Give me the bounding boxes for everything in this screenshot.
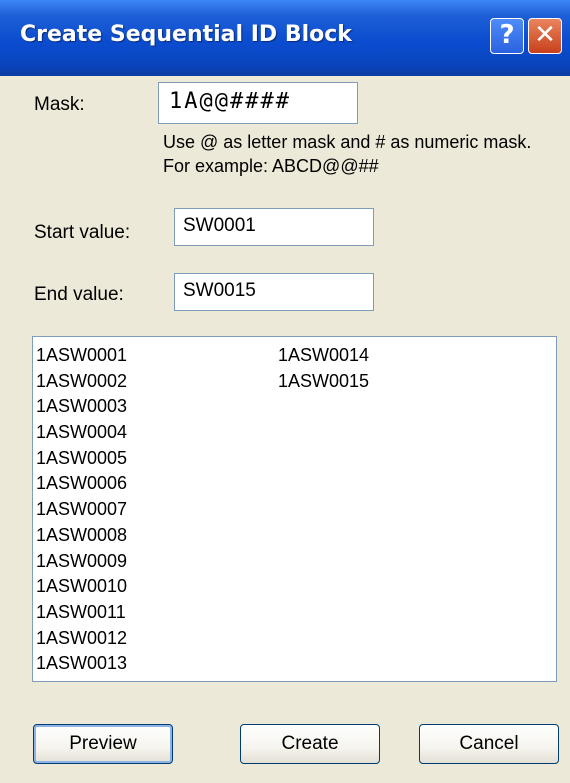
end-value-input[interactable]: SW0015	[174, 273, 374, 311]
title-bar[interactable]: Create Sequential ID Block ? ✕	[0, 0, 570, 76]
help-icon: ?	[499, 20, 515, 50]
preview-listbox[interactable]: 1ASW0001 1ASW0002 1ASW0003 1ASW0004 1ASW0005…	[32, 336, 557, 682]
preview-column-1: 1ASW0001 1ASW0002 1ASW0003 1ASW0004 1ASW0005…	[36, 343, 127, 677]
dialog-title: Create Sequential ID Block	[20, 22, 352, 47]
list-item[interactable]: 1ASW0002	[36, 369, 127, 395]
mask-label: Mask:	[34, 94, 85, 115]
create-button[interactable]: Create	[240, 724, 380, 764]
mask-hint: Use @ as letter mask and # as numeric ma…	[163, 132, 532, 176]
mask-input[interactable]: 1A@@####	[158, 82, 358, 124]
list-item[interactable]: 1ASW0001	[36, 343, 127, 369]
list-item[interactable]: 1ASW0014	[278, 343, 369, 369]
close-icon: ✕	[534, 20, 556, 50]
preview-button[interactable]: Preview	[33, 724, 173, 764]
list-item[interactable]: 1ASW0003	[36, 394, 127, 420]
help-button[interactable]: ?	[490, 18, 524, 54]
list-item[interactable]: 1ASW0012	[36, 626, 127, 652]
list-item[interactable]: 1ASW0008	[36, 523, 127, 549]
list-item[interactable]: 1ASW0011	[36, 600, 127, 626]
list-item[interactable]: 1ASW0007	[36, 497, 127, 523]
list-item[interactable]: 1ASW0015	[278, 369, 369, 395]
close-button[interactable]: ✕	[528, 18, 562, 54]
start-value-label: Start value:	[34, 222, 131, 243]
list-item[interactable]: 1ASW0004	[36, 420, 127, 446]
end-value-label: End value:	[34, 284, 124, 305]
list-item[interactable]: 1ASW0005	[36, 446, 127, 472]
dialog-window: Create Sequential ID Block ? ✕ Mask: 1A@…	[0, 0, 570, 783]
list-item[interactable]: 1ASW0010	[36, 574, 127, 600]
list-item[interactable]: 1ASW0006	[36, 471, 127, 497]
cancel-button[interactable]: Cancel	[419, 724, 559, 764]
start-value-input[interactable]: SW0001	[174, 208, 374, 246]
preview-column-2: 1ASW0014 1ASW0015	[278, 343, 369, 394]
list-item[interactable]: 1ASW0009	[36, 549, 127, 575]
list-item[interactable]: 1ASW0013	[36, 651, 127, 677]
